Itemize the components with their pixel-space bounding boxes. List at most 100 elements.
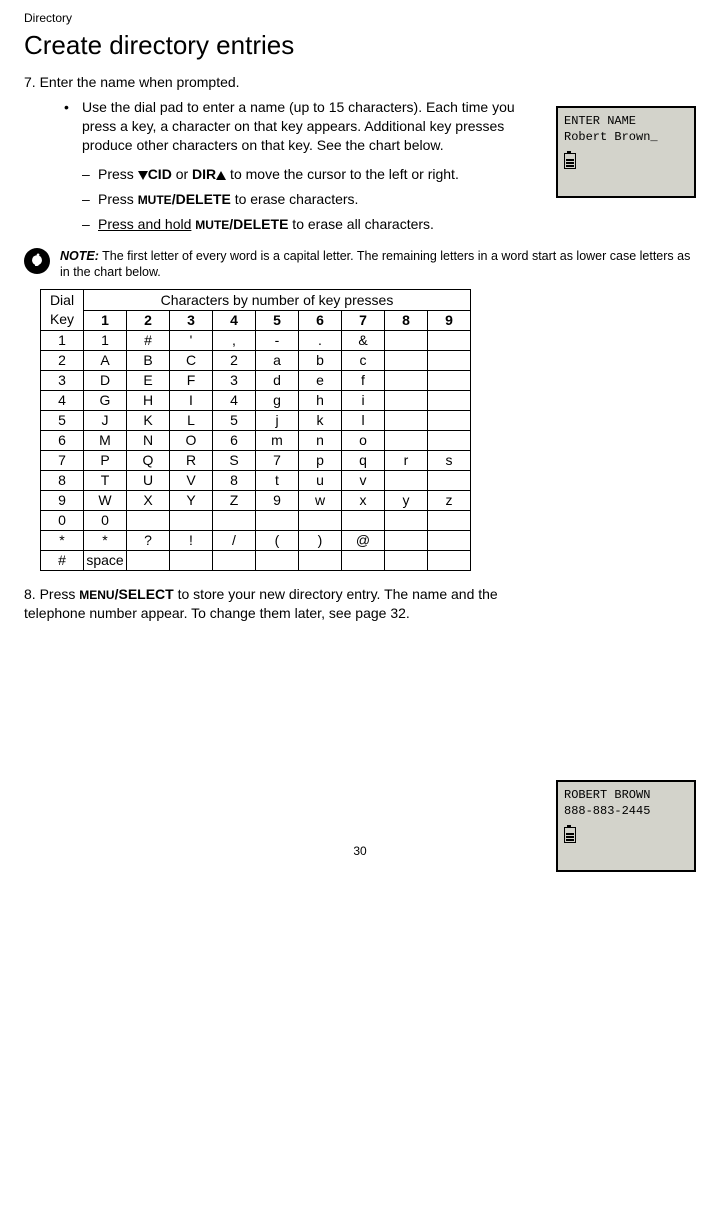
- char-cell: j: [256, 411, 299, 431]
- char-cell: A: [84, 351, 127, 371]
- press-header: 5: [256, 311, 299, 331]
- char-cell: w: [299, 491, 342, 511]
- char-cell: d: [256, 371, 299, 391]
- char-cell: h: [299, 391, 342, 411]
- dial-key-header: DialKey: [41, 290, 84, 331]
- char-cell: &: [342, 331, 385, 351]
- chart-title: Characters by number of key presses: [84, 290, 471, 311]
- char-cell: [213, 551, 256, 571]
- char-cell: [428, 351, 471, 371]
- char-cell: [385, 531, 428, 551]
- char-cell: ?: [127, 531, 170, 551]
- char-cell: q: [342, 451, 385, 471]
- char-cell: [299, 511, 342, 531]
- char-cell: D: [84, 371, 127, 391]
- breadcrumb: Directory: [24, 10, 696, 26]
- char-cell: .: [299, 331, 342, 351]
- char-cell: [385, 351, 428, 371]
- char-cell: 6: [213, 431, 256, 451]
- char-cell: U: [127, 471, 170, 491]
- char-cell: 5: [213, 411, 256, 431]
- dial-key-cell: #: [41, 551, 84, 571]
- lcd-screen-enter-name: ENTER NAME Robert Brown_: [556, 106, 696, 198]
- char-cell: i: [342, 391, 385, 411]
- step-8: 8. Press MENU/SELECT to store your new d…: [24, 585, 696, 623]
- char-cell: [385, 331, 428, 351]
- char-cell: S: [213, 451, 256, 471]
- char-cell: !: [170, 531, 213, 551]
- dash-icon: –: [82, 190, 98, 209]
- char-cell: z: [428, 491, 471, 511]
- char-cell: [428, 371, 471, 391]
- press-header: 1: [84, 311, 127, 331]
- char-cell: o: [342, 431, 385, 451]
- char-cell: Q: [127, 451, 170, 471]
- lcd-screen-stored-entry: ROBERT BROWN 888-883-2445: [556, 780, 696, 872]
- dial-key-cell: 2: [41, 351, 84, 371]
- char-cell: [428, 511, 471, 531]
- char-cell: 9: [256, 491, 299, 511]
- char-cell: [127, 551, 170, 571]
- press-header: 3: [170, 311, 213, 331]
- char-cell: O: [170, 431, 213, 451]
- char-cell: f: [342, 371, 385, 391]
- char-cell: n: [299, 431, 342, 451]
- char-cell: ': [170, 331, 213, 351]
- char-cell: t: [256, 471, 299, 491]
- char-cell: p: [299, 451, 342, 471]
- dial-key-cell: 5: [41, 411, 84, 431]
- char-cell: (: [256, 531, 299, 551]
- up-arrow-icon: [216, 171, 226, 180]
- char-cell: H: [127, 391, 170, 411]
- char-cell: Z: [213, 491, 256, 511]
- char-cell: [170, 551, 213, 571]
- dash-icon: –: [82, 215, 98, 234]
- dial-key-cell: 7: [41, 451, 84, 471]
- char-cell: 3: [213, 371, 256, 391]
- press-header: 6: [299, 311, 342, 331]
- page-title: Create directory entries: [24, 28, 696, 63]
- info-icon: i: [24, 248, 50, 274]
- char-cell: #: [127, 331, 170, 351]
- char-cell: [299, 551, 342, 571]
- battery-icon: [564, 827, 576, 843]
- char-cell: space: [84, 551, 127, 571]
- dial-key-cell: 4: [41, 391, 84, 411]
- char-cell: Y: [170, 491, 213, 511]
- char-cell: V: [170, 471, 213, 491]
- char-cell: [428, 471, 471, 491]
- key-press-chart: DialKeyCharacters by number of key press…: [40, 289, 471, 571]
- char-cell: [428, 431, 471, 451]
- char-cell: y: [385, 491, 428, 511]
- char-cell: [342, 551, 385, 571]
- char-cell: ): [299, 531, 342, 551]
- char-cell: l: [342, 411, 385, 431]
- bullet-icon: •: [64, 98, 82, 155]
- note-text: NOTE: The first letter of every word is …: [60, 248, 696, 282]
- char-cell: G: [84, 391, 127, 411]
- char-cell: c: [342, 351, 385, 371]
- char-cell: s: [428, 451, 471, 471]
- char-cell: [385, 391, 428, 411]
- char-cell: [385, 431, 428, 451]
- char-cell: ,: [213, 331, 256, 351]
- char-cell: T: [84, 471, 127, 491]
- char-cell: R: [170, 451, 213, 471]
- char-cell: r: [385, 451, 428, 471]
- note-block: i NOTE: The first letter of every word i…: [24, 248, 696, 282]
- char-cell: [385, 551, 428, 571]
- press-header: 8: [385, 311, 428, 331]
- press-header: 4: [213, 311, 256, 331]
- char-cell: 7: [256, 451, 299, 471]
- char-cell: m: [256, 431, 299, 451]
- dial-key-cell: 1: [41, 331, 84, 351]
- char-cell: 2: [213, 351, 256, 371]
- char-cell: 0: [84, 511, 127, 531]
- char-cell: W: [84, 491, 127, 511]
- char-cell: J: [84, 411, 127, 431]
- press-header: 7: [342, 311, 385, 331]
- char-cell: u: [299, 471, 342, 491]
- press-header: 2: [127, 311, 170, 331]
- dial-key-cell: 9: [41, 491, 84, 511]
- char-cell: X: [127, 491, 170, 511]
